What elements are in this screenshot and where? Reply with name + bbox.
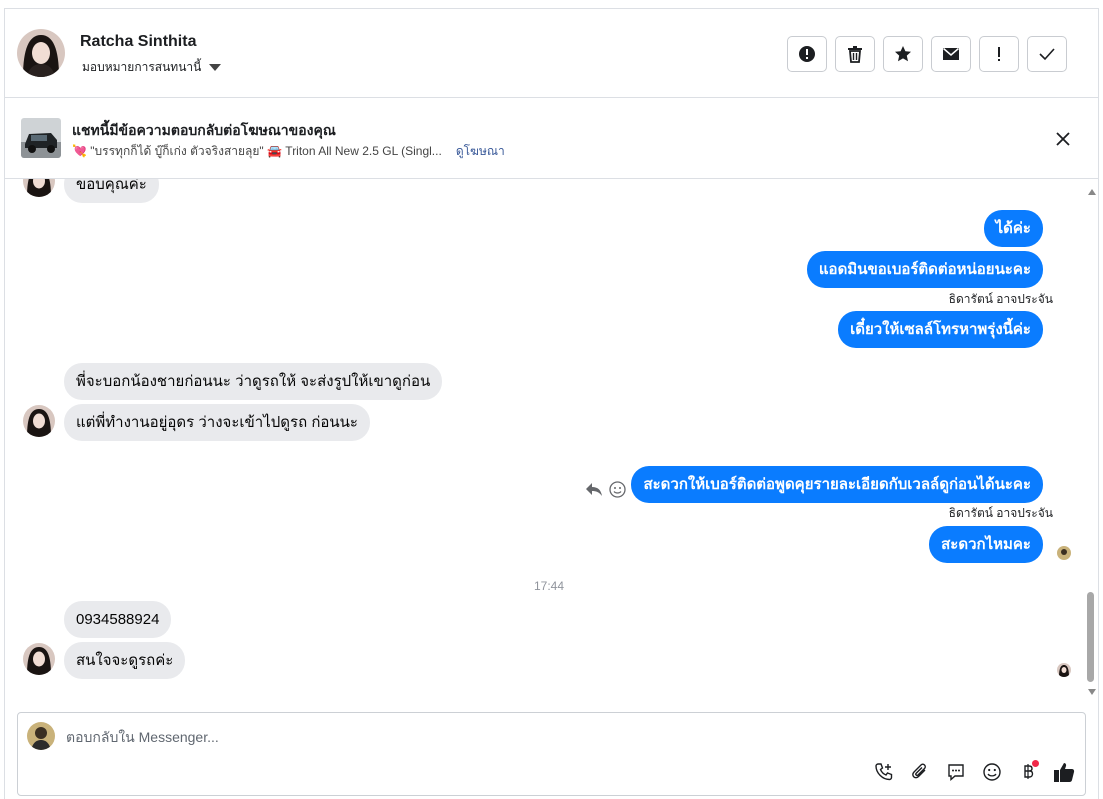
incoming-message[interactable]: พี่จะบอกน้องชายก่อนนะ ว่าดูรถให้ จะส่งรู…	[64, 363, 443, 400]
scrollbar-thumb[interactable]	[1087, 592, 1094, 682]
outgoing-message[interactable]: สะดวกไหมคะ	[929, 526, 1043, 563]
reply-icon[interactable]	[585, 481, 603, 502]
seen-indicator-avatar	[1057, 546, 1071, 560]
incoming-message[interactable]: แต่พี่ทำงานอยู่อุดร ว่างจะเข้าไปดูรถ ก่อ…	[64, 404, 370, 441]
envelope-icon	[943, 47, 959, 60]
reply-composer	[17, 712, 1086, 796]
outgoing-message[interactable]: ได้ค่ะ	[983, 210, 1043, 247]
emoji-button[interactable]	[980, 760, 1004, 784]
ad-subtitle: 💘 "บรรทุกก็ได้ บู๊ก็เก่ง ตัวจริงสายลุย" …	[72, 144, 442, 158]
mark-unread-button[interactable]	[931, 36, 971, 72]
outgoing-message[interactable]: สะดวกให้เบอร์ติดต่อพูดคุยรายละเอียดกับเว…	[631, 466, 1043, 503]
payment-button[interactable]	[1016, 760, 1040, 784]
call-button[interactable]	[872, 760, 896, 784]
attach-file-button[interactable]	[908, 760, 932, 784]
close-icon	[1056, 132, 1070, 146]
chat-bubble-icon	[948, 764, 964, 782]
assign-label: มอบหมายการสนทนานี้	[82, 60, 202, 74]
follow-up-button[interactable]	[979, 36, 1019, 72]
outgoing-message[interactable]: เดี๋ยวให้เซลล์โทรหาพรุ่งนี้ค่ะ	[838, 311, 1043, 348]
mark-done-button[interactable]	[1027, 36, 1067, 72]
close-banner-button[interactable]	[1053, 129, 1073, 149]
reply-input[interactable]	[66, 727, 966, 747]
thread-scrollbar[interactable]	[1085, 184, 1099, 701]
sender-name: ธิดารัตน์ อาจประจัน	[948, 292, 1053, 306]
conversation-panel: Ratcha Sinthita มอบหมายการสนทนานี้ แชทนี…	[4, 8, 1099, 799]
send-like-button[interactable]	[1052, 760, 1076, 784]
react-emoji-icon[interactable]	[609, 481, 626, 503]
thumbs-up-icon	[1054, 763, 1075, 782]
delete-button[interactable]	[835, 36, 875, 72]
conversation-header: Ratcha Sinthita มอบหมายการสนทนานี้	[5, 9, 1098, 98]
scroll-down-arrow-icon[interactable]	[1088, 689, 1096, 695]
contact-avatar-small	[23, 643, 55, 675]
paperclip-icon	[912, 763, 926, 779]
notification-dot	[1032, 760, 1039, 767]
composer-toolbar	[872, 760, 1076, 784]
contact-avatar-small	[23, 405, 55, 437]
outgoing-message[interactable]: แอดมินขอเบอร์ติดต่อหน่อยนะคะ	[806, 251, 1043, 288]
phone-plus-icon	[875, 763, 893, 781]
incoming-message[interactable]: สนใจจะดูรถค่ะ	[64, 642, 186, 679]
header-actions	[787, 36, 1067, 72]
view-ad-link[interactable]: ดูโฆษณา	[456, 142, 505, 161]
star-button[interactable]	[883, 36, 923, 72]
contact-name[interactable]: Ratcha Sinthita	[80, 33, 196, 51]
contact-avatar-small	[23, 179, 55, 197]
incoming-message[interactable]: ขอบคุณค่ะ	[64, 179, 159, 203]
ad-reply-title: แชทนี้มีข้อความตอบกลับต่อโฆษณาของคุณ	[72, 122, 336, 138]
exclamation-icon	[998, 47, 1000, 61]
page-avatar	[27, 722, 55, 750]
alert-circle-icon	[799, 46, 815, 62]
saved-replies-button[interactable]	[944, 760, 968, 784]
scroll-up-arrow-icon[interactable]	[1088, 189, 1096, 195]
message-timestamp: 17:44	[533, 579, 565, 593]
sender-name: ธิดารัตน์ อาจประจัน	[948, 506, 1053, 520]
checkmark-icon	[1039, 48, 1055, 61]
mark-spam-button[interactable]	[787, 36, 827, 72]
ad-thumbnail[interactable]	[21, 118, 61, 158]
smiley-icon	[983, 763, 1001, 781]
seen-indicator-avatar	[1057, 663, 1071, 677]
star-icon	[895, 46, 911, 62]
ad-reply-banner: แชทนี้มีข้อความตอบกลับต่อโฆษณาของคุณ 💘 "…	[5, 98, 1098, 179]
assign-conversation-dropdown[interactable]: มอบหมายการสนทนานี้	[82, 58, 222, 77]
message-thread[interactable]: ขอบคุณค่ะ ได้ค่ะ แอดมินขอเบอร์ติดต่อหน่อ…	[5, 179, 1085, 701]
trash-icon	[848, 46, 862, 63]
ad-description: 💘 "บรรทุกก็ได้ บู๊ก็เก่ง ตัวจริงสายลุย" …	[72, 142, 505, 161]
incoming-message[interactable]: 0934588924	[64, 601, 172, 638]
chevron-down-icon	[209, 64, 222, 71]
contact-avatar[interactable]	[17, 29, 65, 77]
